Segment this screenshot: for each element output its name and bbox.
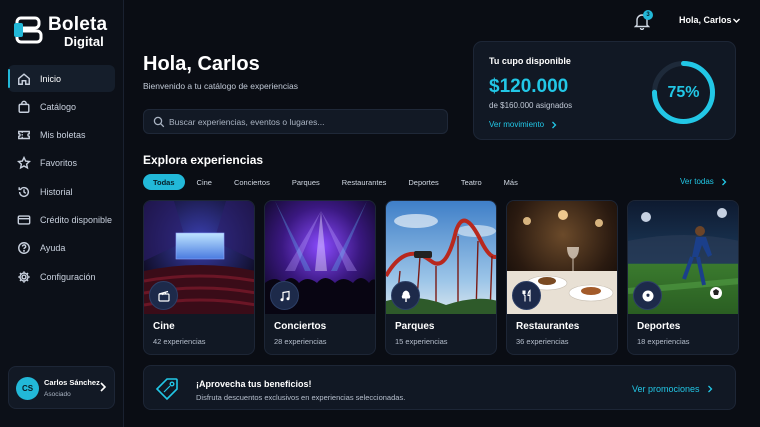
card-title: Parques bbox=[395, 321, 435, 332]
tag-icon bbox=[155, 378, 178, 401]
credit-assigned: de $160.000 asignados bbox=[489, 101, 573, 110]
sidebar-item-ayuda[interactable]: Ayuda bbox=[8, 235, 115, 262]
category-card-cine[interactable]: Cine 42 experiencias bbox=[143, 200, 255, 355]
ticket-icon bbox=[16, 127, 32, 143]
credit-amount: $120.000 bbox=[489, 76, 569, 97]
logo-mark-icon bbox=[14, 16, 43, 44]
search-icon bbox=[153, 116, 165, 128]
account-menu-label[interactable]: Hola, Carlos bbox=[679, 15, 732, 25]
brand-subname: Digital bbox=[64, 34, 104, 49]
notification-badge: 3 bbox=[643, 10, 653, 20]
category-card-deportes[interactable]: Deportes 18 experiencias bbox=[627, 200, 739, 355]
filter-chips: Todas Cine Conciertos Parques Restaurant… bbox=[143, 174, 530, 190]
card-title: Conciertos bbox=[274, 321, 327, 332]
card-count: 15 experiencias bbox=[395, 337, 448, 346]
category-card-conciertos[interactable]: Conciertos 28 experiencias bbox=[264, 200, 376, 355]
sidebar-item-inicio[interactable]: Inicio bbox=[8, 65, 115, 92]
sidebar-item-label: Crédito disponible bbox=[40, 214, 113, 225]
user-profile-card[interactable]: CS Carlos Sánchez Asociado bbox=[8, 366, 115, 409]
category-card-restaurantes[interactable]: Restaurantes 36 experiencias bbox=[506, 200, 618, 355]
filter-chip-mas[interactable]: Más bbox=[494, 174, 528, 190]
chevron-right-icon bbox=[707, 385, 712, 393]
sidebar-item-historial[interactable]: Historial bbox=[8, 178, 115, 205]
avatar: CS bbox=[16, 377, 39, 400]
see-all-label: Ver todas bbox=[680, 177, 714, 186]
credit-title: Tu cupo disponible bbox=[489, 56, 571, 66]
user-name: Carlos Sánchez bbox=[44, 378, 100, 387]
filter-chip-parques[interactable]: Parques bbox=[282, 174, 330, 190]
view-promotions-label: Ver promociones bbox=[632, 384, 700, 394]
user-role: Asociado bbox=[44, 391, 71, 398]
sidebar-item-credito[interactable]: Crédito disponible bbox=[8, 206, 115, 233]
promo-subtitle: Disfruta descuentos exclusivos en experi… bbox=[196, 393, 406, 402]
credit-card-icon bbox=[16, 212, 32, 228]
card-title: Restaurantes bbox=[516, 321, 580, 332]
card-title: Deportes bbox=[637, 321, 681, 332]
sidebar-item-label: Inicio bbox=[40, 73, 62, 84]
card-count: 28 experiencias bbox=[274, 337, 327, 346]
card-count: 18 experiencias bbox=[637, 337, 690, 346]
sidebar-item-label: Mis boletas bbox=[40, 130, 86, 141]
bag-icon bbox=[16, 99, 32, 115]
card-title: Cine bbox=[153, 321, 175, 332]
sidebar-item-label: Favoritos bbox=[40, 158, 78, 169]
card-count: 36 experiencias bbox=[516, 337, 569, 346]
promo-banner: ¡Aprovecha tus beneficios! Disfruta desc… bbox=[143, 365, 736, 410]
credit-percent: 75% bbox=[667, 83, 700, 101]
star-icon bbox=[16, 155, 32, 171]
tree-icon bbox=[391, 281, 420, 310]
filter-chip-todas[interactable]: Todas bbox=[143, 174, 185, 190]
clapperboard-icon bbox=[149, 281, 178, 310]
category-card-parques[interactable]: Parques 15 experiencias bbox=[385, 200, 497, 355]
fork-knife-icon bbox=[512, 281, 541, 310]
search-bar[interactable] bbox=[143, 109, 448, 134]
chevron-down-icon[interactable] bbox=[732, 16, 741, 25]
chevron-right-icon bbox=[552, 121, 557, 128]
sidebar-item-configuracion[interactable]: Configuración bbox=[8, 263, 115, 290]
filter-chip-conciertos[interactable]: Conciertos bbox=[224, 174, 280, 190]
sidebar-item-favoritos[interactable]: Favoritos bbox=[8, 150, 115, 177]
view-movements-link[interactable]: Ver movimiento bbox=[489, 120, 558, 129]
sidebar-item-mis-boletas[interactable]: Mis boletas bbox=[8, 122, 115, 149]
sidebar-nav: Inicio Catálogo Mis boletas Favoritos Hi… bbox=[8, 65, 115, 291]
home-icon bbox=[16, 71, 32, 87]
sidebar-item-label: Catálogo bbox=[40, 101, 77, 112]
view-promotions-link[interactable]: Ver promociones bbox=[632, 384, 714, 394]
brand-name: Boleta bbox=[48, 14, 108, 35]
see-all-link[interactable]: Ver todas bbox=[680, 177, 728, 186]
chevron-right-icon bbox=[100, 382, 107, 392]
sidebar-item-catalogo[interactable]: Catálogo bbox=[8, 93, 115, 120]
sidebar-item-label: Historial bbox=[40, 186, 73, 197]
sidebar-item-label: Ayuda bbox=[40, 243, 66, 254]
gear-icon bbox=[16, 269, 32, 285]
filter-chip-restaurantes[interactable]: Restaurantes bbox=[332, 174, 397, 190]
card-count: 42 experiencias bbox=[153, 337, 206, 346]
chevron-right-icon bbox=[721, 178, 727, 185]
filter-chip-teatro[interactable]: Teatro bbox=[451, 174, 492, 190]
view-movements-label: Ver movimiento bbox=[489, 120, 545, 129]
sidebar: Boleta Digital Inicio Catálogo Mis bolet… bbox=[0, 0, 124, 427]
brand-logo[interactable]: Boleta Digital bbox=[14, 14, 114, 49]
filter-chip-deportes[interactable]: Deportes bbox=[398, 174, 448, 190]
credit-balance-card: Tu cupo disponible $120.000 de $160.000 … bbox=[473, 41, 736, 140]
soccer-ball-icon bbox=[633, 281, 662, 310]
help-icon bbox=[16, 240, 32, 256]
page-subtitle: Bienvenido a tu catálogo de experiencias bbox=[143, 81, 298, 91]
page-title: Hola, Carlos bbox=[143, 53, 260, 75]
section-title: Explora experiencias bbox=[143, 153, 264, 167]
search-input[interactable] bbox=[169, 110, 439, 133]
music-note-icon bbox=[270, 281, 299, 310]
promo-title: ¡Aprovecha tus beneficios! bbox=[196, 379, 312, 389]
sidebar-item-label: Configuración bbox=[40, 271, 96, 282]
history-icon bbox=[16, 184, 32, 200]
filter-chip-cine[interactable]: Cine bbox=[187, 174, 222, 190]
